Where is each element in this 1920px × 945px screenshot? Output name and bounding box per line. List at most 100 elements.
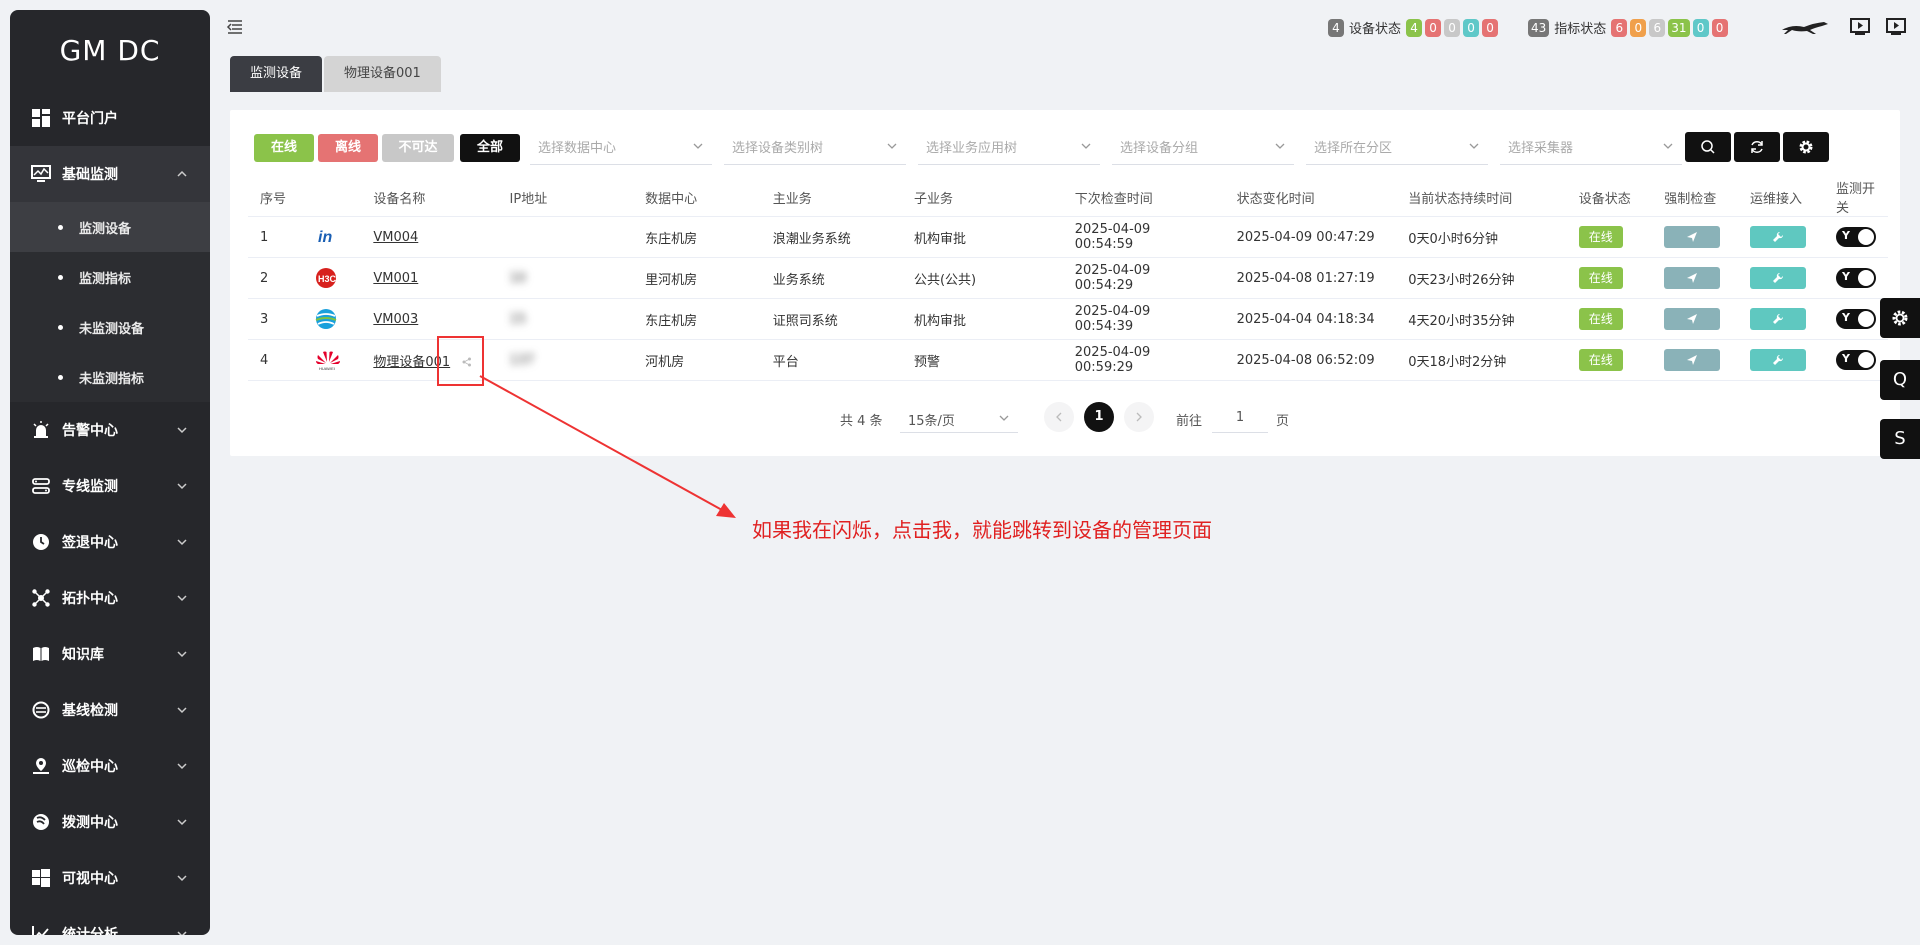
ops-access-button[interactable] bbox=[1750, 226, 1807, 248]
toggle-label: Y bbox=[1842, 270, 1850, 283]
device-name-link[interactable]: VM001 bbox=[373, 271, 418, 286]
send-icon bbox=[1687, 232, 1698, 242]
goto-page-input[interactable]: 1 bbox=[1212, 402, 1268, 433]
col-header: 强制检查 bbox=[1664, 191, 1717, 207]
force-check-button[interactable] bbox=[1664, 349, 1721, 371]
cell-duration: 0天0小时6分钟 bbox=[1396, 216, 1567, 258]
force-check-button[interactable] bbox=[1664, 308, 1721, 330]
sidebar-subitem-monitored-devices[interactable]: 监测设备 bbox=[10, 202, 210, 252]
floating-s-button[interactable]: S bbox=[1880, 419, 1920, 459]
chevron-down-icon bbox=[177, 651, 187, 658]
floating-q-button[interactable]: Q bbox=[1880, 360, 1920, 400]
cell-no: 4 bbox=[248, 339, 302, 381]
sidebar-item-visual-center[interactable]: 可视中心 bbox=[10, 850, 210, 906]
table-row: 2 H3C VM001 10 里河机房 业务系统 公共(公共) 2025-04-… bbox=[248, 257, 1888, 299]
metric-status-summary[interactable]: 43 指标状态 6 0 6 31 0 0 bbox=[1528, 18, 1728, 37]
sidebar-item-label: 巡检中心 bbox=[62, 759, 118, 775]
device-name-link[interactable]: VM003 bbox=[373, 312, 418, 327]
sidebar-item-dial-test[interactable]: 拨测中心 bbox=[10, 794, 210, 850]
search-button[interactable] bbox=[1685, 132, 1731, 162]
cell-switch: Y bbox=[1824, 216, 1888, 258]
select-device-group[interactable]: 选择设备分组 bbox=[1112, 128, 1294, 165]
ops-access-button[interactable] bbox=[1750, 267, 1807, 289]
ops-access-button[interactable] bbox=[1750, 308, 1807, 330]
clock-icon bbox=[30, 531, 52, 553]
metric-status-label: 指标状态 bbox=[1554, 22, 1607, 37]
sidebar-item-alarm[interactable]: 告警中心 bbox=[10, 402, 210, 458]
cell-switch: Y bbox=[1824, 298, 1888, 340]
cell-sub: 机构审批 bbox=[901, 216, 1063, 258]
force-check-button[interactable] bbox=[1664, 267, 1721, 289]
select-business-app[interactable]: 选择业务应用树 bbox=[918, 128, 1100, 165]
sidebar-item-label: 可视中心 bbox=[62, 871, 118, 887]
cell-next-check: 2025-04-09 00:54:59 bbox=[1062, 216, 1225, 258]
filter-unreachable-button[interactable]: 不可达 bbox=[382, 134, 454, 162]
monitor-toggle[interactable]: Y bbox=[1836, 268, 1876, 288]
sidebar-item-topology[interactable]: 拓扑中心 bbox=[10, 570, 210, 626]
select-zone[interactable]: 选择所在分区 bbox=[1306, 128, 1488, 165]
sidebar-item-baseline-check[interactable]: 基线检测 bbox=[10, 682, 210, 738]
select-placeholder: 选择设备类别树 bbox=[732, 141, 824, 156]
sidebar-item-statistics[interactable]: 统计分析 bbox=[10, 906, 210, 935]
chevron-down-icon bbox=[177, 819, 187, 826]
monitor-toggle[interactable]: Y bbox=[1836, 227, 1876, 247]
filter-offline-button[interactable]: 离线 bbox=[318, 134, 378, 162]
sidebar-item-line-monitoring[interactable]: 专线监测 bbox=[10, 458, 210, 514]
cell-name: VM003 bbox=[361, 298, 498, 340]
prev-page-button[interactable] bbox=[1044, 402, 1074, 432]
device-name-link[interactable]: VM004 bbox=[373, 230, 418, 245]
force-check-button[interactable] bbox=[1664, 226, 1721, 248]
select-data-center[interactable]: 选择数据中心 bbox=[530, 128, 712, 165]
menu-collapse-icon[interactable] bbox=[226, 18, 244, 36]
ip-text: 15 bbox=[509, 311, 527, 327]
sidebar-item-portal[interactable]: 平台门户 bbox=[10, 90, 210, 146]
floating-settings-button[interactable] bbox=[1880, 298, 1920, 338]
dc-text: 东庄机房 bbox=[645, 313, 698, 329]
cell-changed: 2025-04-09 00:47:29 bbox=[1224, 216, 1397, 258]
dashboard-icon bbox=[30, 107, 52, 129]
ops-access-button[interactable] bbox=[1750, 349, 1807, 371]
settings-button[interactable] bbox=[1783, 132, 1829, 162]
screen-play-icon[interactable] bbox=[1886, 18, 1906, 36]
tab-monitored-devices[interactable]: 监测设备 bbox=[230, 56, 323, 92]
pin-icon bbox=[30, 755, 52, 777]
cell-logo: HUAWEI bbox=[301, 339, 362, 381]
sidebar-item-inspection[interactable]: 巡检中心 bbox=[10, 738, 210, 794]
cell-ops bbox=[1738, 339, 1824, 381]
monitor-toggle[interactable]: Y bbox=[1836, 309, 1876, 329]
app-logo: GM DC bbox=[59, 33, 161, 67]
filter-online-button[interactable]: 在线 bbox=[254, 134, 314, 162]
cell-status: 在线 bbox=[1566, 339, 1653, 381]
monitor-toggle[interactable]: Y bbox=[1836, 350, 1876, 370]
bullet-icon bbox=[58, 324, 63, 330]
next-page-button[interactable] bbox=[1124, 402, 1154, 432]
select-device-category[interactable]: 选择设备类别树 bbox=[724, 128, 906, 165]
cell-status: 在线 bbox=[1566, 298, 1653, 340]
cell-ip bbox=[497, 216, 634, 258]
select-collector[interactable]: 选择采集器 bbox=[1500, 128, 1682, 165]
sidebar-subitem-unmonitored-metrics[interactable]: 未监测指标 bbox=[10, 352, 210, 402]
toggle-knob bbox=[1858, 311, 1874, 327]
cell-force-check bbox=[1652, 298, 1739, 340]
sidebar-subitem-unmonitored-devices[interactable]: 未监测设备 bbox=[10, 302, 210, 352]
chevron-up-icon bbox=[177, 170, 187, 177]
status-badge: 6 bbox=[1611, 18, 1628, 37]
page-size-value: 15条/页 bbox=[908, 414, 955, 429]
cell-ip: 15 bbox=[497, 298, 634, 340]
page-size-select[interactable]: 15条/页 bbox=[900, 402, 1018, 433]
sidebar-item-signout-center[interactable]: 签退中心 bbox=[10, 514, 210, 570]
dial-icon bbox=[30, 811, 52, 833]
tab-physical-device-001[interactable]: 物理设备001 bbox=[324, 56, 441, 92]
screen-play-icon[interactable] bbox=[1850, 18, 1870, 36]
page-number-button[interactable]: 1 bbox=[1084, 402, 1114, 432]
sidebar-item-knowledge-base[interactable]: 知识库 bbox=[10, 626, 210, 682]
sidebar-subitem-label: 未监测设备 bbox=[79, 321, 145, 337]
wrench-icon bbox=[1773, 313, 1784, 324]
status-badge: 31 bbox=[1668, 18, 1690, 37]
device-status-summary[interactable]: 4 设备状态 4 0 0 0 0 bbox=[1328, 18, 1499, 37]
refresh-button[interactable] bbox=[1734, 132, 1780, 162]
sidebar-item-basic-monitoring[interactable]: 基础监测 bbox=[10, 146, 210, 202]
col-header: 监测开关 bbox=[1836, 182, 1876, 216]
sidebar-subitem-monitored-metrics[interactable]: 监测指标 bbox=[10, 252, 210, 302]
filter-all-button[interactable]: 全部 bbox=[460, 134, 520, 162]
